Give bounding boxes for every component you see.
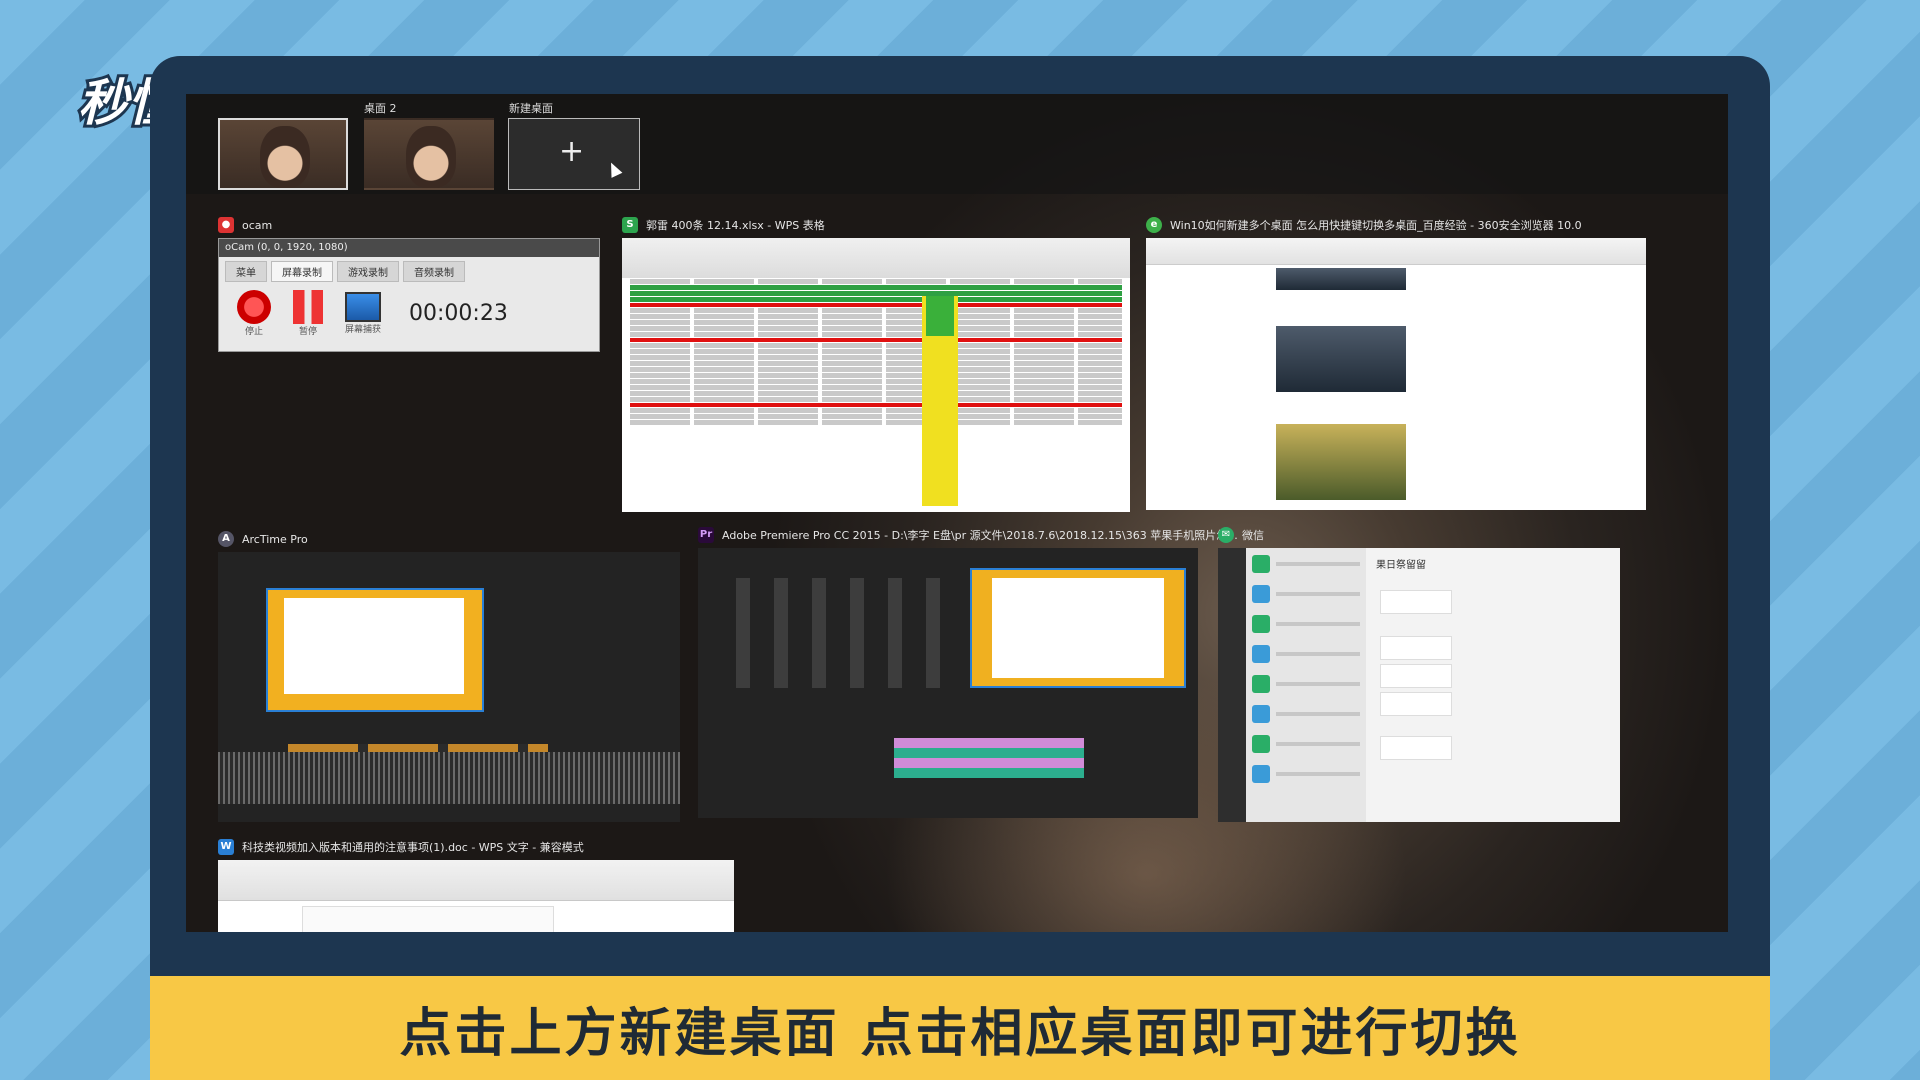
subtitle-text: 点击上方新建桌面 点击相应桌面即可进行切换	[399, 1003, 1521, 1064]
premiere-preview	[698, 548, 1198, 818]
window-title: Adobe Premiere Pro CC 2015 - D:\李字 E盘\pr…	[722, 529, 1238, 542]
wechat-preview: 果日祭留留	[1218, 548, 1620, 822]
ocam-stop: 停止	[237, 290, 271, 337]
ocam-toolbar: 停止 暂停 屏幕捕获 00:00:23	[219, 286, 599, 341]
window-title: 微信	[1242, 529, 1264, 542]
ocam-tabs: 菜单 屏幕录制 游戏录制 音频录制	[219, 257, 599, 286]
wps-sheet-icon: S	[622, 217, 638, 233]
task-view-screen: 桌面 2 新建桌面 + ● ocam oCam (0, 0, 1920, 108…	[186, 94, 1728, 932]
new-desktop-label: 新建桌面	[509, 102, 553, 115]
desktop-2-label: 桌面 2	[364, 102, 397, 115]
window-title: ArcTime Pro	[242, 532, 308, 546]
wps-sheet-preview	[622, 238, 1130, 512]
ocam-header: oCam (0, 0, 1920, 1080)	[219, 239, 599, 257]
window-title: 科技类视频加入版本和通用的注意事项(1).doc - WPS 文字 - 兼容模式	[242, 841, 584, 854]
pause-icon	[293, 290, 323, 324]
desktop-2-thumbnail[interactable]: 桌面 2	[364, 102, 494, 190]
window-title: 郭雷 400条 12.14.xlsx - WPS 表格	[646, 219, 825, 232]
ocam-icon: ●	[218, 217, 234, 233]
browser-preview	[1146, 238, 1646, 510]
360-browser-icon: e	[1146, 217, 1162, 233]
monitor-icon	[345, 292, 381, 322]
subtitle-bar: 点击上方新建桌面 点击相应桌面即可进行切换	[150, 976, 1770, 1080]
wps-doc-preview	[218, 860, 734, 932]
ocam-tab: 菜单	[225, 261, 267, 282]
window-title: ocam	[242, 218, 273, 232]
window-title: Win10如何新建多个桌面 怎么用快捷键切换多桌面_百度经验 - 360安全浏览…	[1170, 219, 1582, 232]
ocam-pause: 暂停	[293, 290, 323, 337]
wechat-chat-title: 果日祭留留	[1376, 560, 1426, 571]
ocam-tab: 音频录制	[403, 261, 465, 282]
plus-icon: +	[559, 134, 585, 169]
stop-icon	[237, 290, 271, 324]
ocam-timer: 00:00:23	[409, 301, 508, 326]
ocam-capture: 屏幕捕获	[345, 292, 381, 335]
wechat-icon: ✉	[1218, 527, 1234, 543]
ocam-tab: 游戏录制	[337, 261, 399, 282]
premiere-icon: Pr	[698, 527, 714, 543]
virtual-desktop-bar: 桌面 2 新建桌面 +	[186, 94, 1728, 194]
arctime-icon: A	[218, 531, 234, 547]
wps-writer-icon: W	[218, 839, 234, 855]
ocam-preview: oCam (0, 0, 1920, 1080) 菜单 屏幕录制 游戏录制 音频录…	[218, 238, 600, 352]
new-desktop-button[interactable]: 新建桌面 +	[508, 102, 640, 190]
desktop-1-thumbnail[interactable]	[218, 118, 348, 190]
arctime-preview	[218, 552, 680, 822]
ocam-tab: 屏幕录制	[271, 261, 333, 282]
